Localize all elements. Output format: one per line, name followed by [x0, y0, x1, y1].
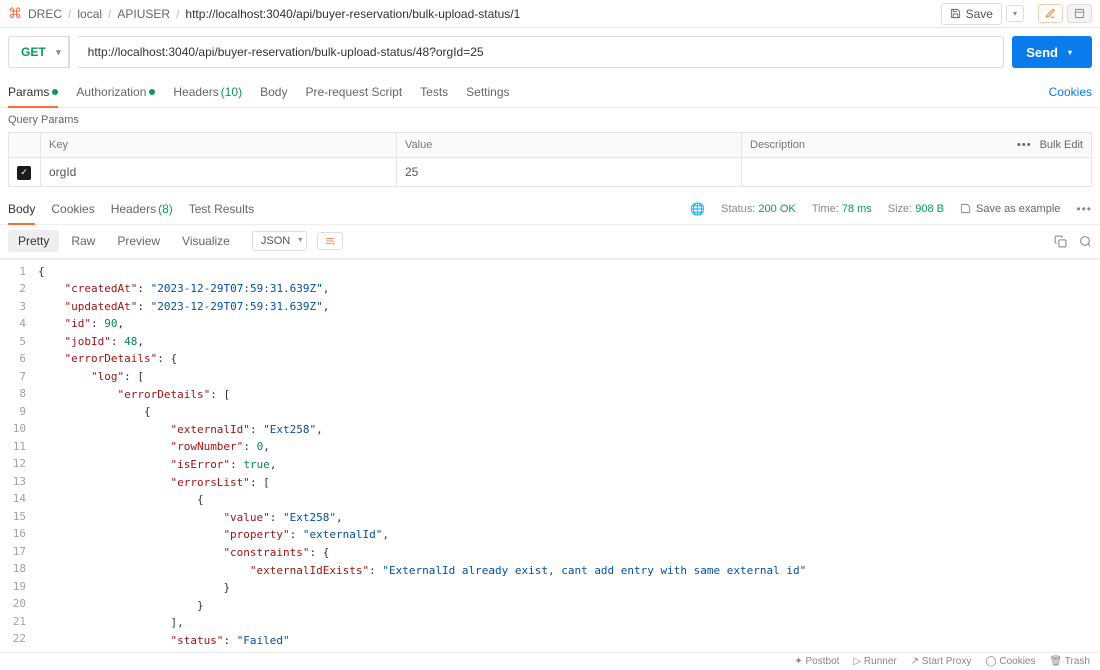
params-table: Key Value Description ••• Bulk Edit ✓ or…	[8, 132, 1092, 187]
resp-tab-body[interactable]: Body	[8, 195, 35, 224]
save-icon	[960, 203, 971, 214]
edit-icon	[1045, 8, 1056, 19]
footer-proxy[interactable]: ↗ Start Proxy	[911, 656, 972, 667]
view-raw[interactable]: Raw	[61, 230, 105, 252]
status-code: Status:200 OK	[721, 203, 796, 215]
save-button[interactable]: Save	[941, 3, 1002, 25]
cookies-link[interactable]: Cookies	[1049, 85, 1092, 99]
format-select[interactable]: JSON	[252, 231, 307, 251]
param-value[interactable]: 25	[397, 158, 742, 187]
footer-trash[interactable]: 🗑 Trash	[1050, 656, 1091, 667]
tab-settings[interactable]: Settings	[466, 76, 509, 107]
expand-button[interactable]	[1067, 4, 1092, 23]
view-visualize[interactable]: Visualize	[172, 230, 240, 252]
chevron-down-icon: ▾	[1068, 48, 1072, 57]
resp-tab-cookies[interactable]: Cookies	[51, 195, 94, 224]
crumb-0[interactable]: DREC	[28, 7, 62, 21]
save-dropdown[interactable]: ▾	[1006, 5, 1024, 22]
app-logo-icon: ⌘	[8, 5, 22, 22]
tab-authorization[interactable]: Authorization	[76, 76, 155, 107]
resp-tab-tests[interactable]: Test Results	[189, 195, 254, 224]
share-button[interactable]	[1038, 4, 1063, 23]
param-key[interactable]: orgId	[41, 158, 397, 187]
footer-runner[interactable]: ▷ Runner	[853, 656, 896, 667]
tab-tests[interactable]: Tests	[420, 76, 448, 107]
method-select[interactable]: GET	[9, 37, 69, 67]
table-row[interactable]: ✓ orgId 25	[9, 158, 1092, 187]
footer-postbot[interactable]: ✦ Postbot	[794, 656, 839, 667]
resp-tab-headers[interactable]: Headers (8)	[111, 195, 173, 224]
search-icon[interactable]	[1079, 235, 1092, 248]
crumb-2[interactable]: APIUSER	[117, 7, 170, 21]
view-pretty[interactable]: Pretty	[8, 230, 59, 252]
tab-headers[interactable]: Headers (10)	[173, 76, 242, 107]
more-icon[interactable]: •••	[1076, 202, 1092, 216]
tab-body[interactable]: Body	[260, 76, 287, 107]
save-icon	[950, 8, 961, 19]
send-button[interactable]: Send▾	[1012, 36, 1092, 68]
copy-icon[interactable]	[1054, 235, 1067, 248]
col-key: Key	[41, 133, 397, 158]
view-preview[interactable]: Preview	[107, 230, 170, 252]
tab-prerequest[interactable]: Pre-request Script	[305, 76, 402, 107]
save-example-button[interactable]: Save as example	[960, 203, 1060, 215]
crumb-current: http://localhost:3040/api/buyer-reservat…	[185, 7, 520, 21]
globe-icon: 🌐	[690, 202, 705, 216]
status-size: Size:908 B	[888, 203, 944, 215]
wrap-toggle[interactable]	[317, 232, 343, 250]
status-time: Time:78 ms	[812, 203, 872, 215]
query-params-heading: Query Params	[0, 108, 1100, 132]
wrap-icon	[324, 236, 336, 246]
param-description[interactable]	[742, 158, 1092, 187]
bulk-edit-link[interactable]: Bulk Edit	[1040, 139, 1083, 151]
response-body[interactable]: 1234567891011121314151617181920212223242…	[0, 259, 1100, 653]
footer-cookies[interactable]: ◯ Cookies	[985, 656, 1035, 667]
crumb-1[interactable]: local	[77, 7, 102, 21]
modified-dot-icon	[149, 89, 155, 95]
breadcrumb: DREC/ local/ APIUSER/ http://localhost:3…	[28, 7, 935, 21]
modified-dot-icon	[52, 89, 58, 95]
checkbox-checked-icon[interactable]: ✓	[17, 166, 31, 180]
col-description: Description ••• Bulk Edit	[742, 133, 1092, 158]
chevron-down-icon: ▾	[1013, 9, 1017, 18]
url-input[interactable]	[78, 36, 1005, 68]
col-value: Value	[397, 133, 742, 158]
layout-icon	[1074, 8, 1085, 19]
more-icon[interactable]: •••	[1017, 139, 1032, 151]
tab-params[interactable]: Params	[8, 76, 58, 107]
